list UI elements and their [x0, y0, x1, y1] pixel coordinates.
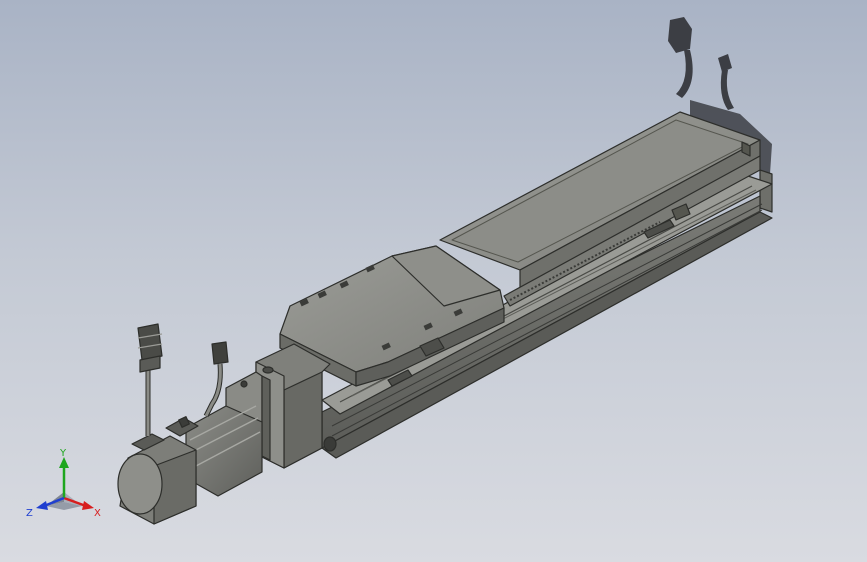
x-axis-label: X — [94, 508, 101, 519]
z-axis-label: Z — [26, 508, 33, 519]
servo-motor — [117, 405, 263, 525]
orientation-triad[interactable]: Y X Z — [24, 448, 104, 524]
y-axis-label: Y — [59, 448, 67, 459]
3d-viewport[interactable]: Y X Z — [0, 0, 867, 562]
linear-actuator-model[interactable] — [0, 0, 867, 562]
y-axis-arrow — [59, 457, 69, 498]
